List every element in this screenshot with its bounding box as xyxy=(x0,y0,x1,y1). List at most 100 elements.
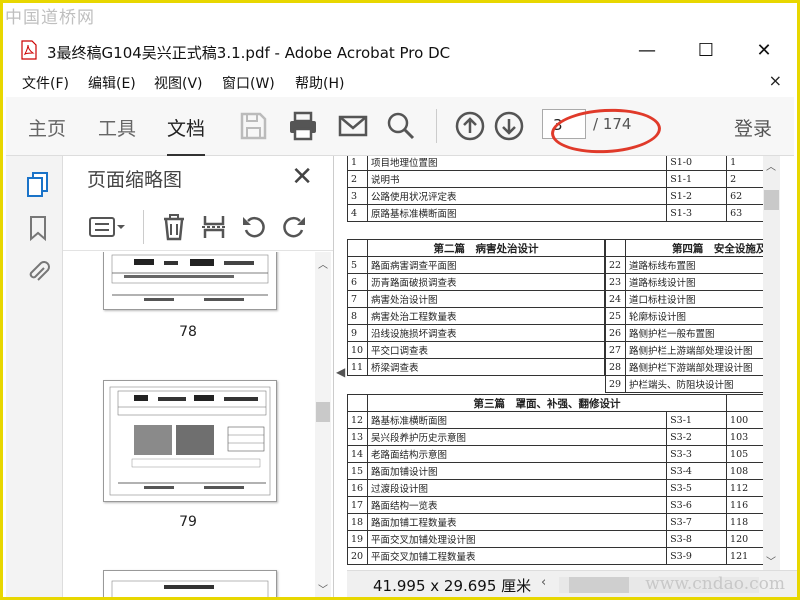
row-title: 老路面结构示意图 xyxy=(366,445,668,463)
row-title: 公路使用状况评定表 xyxy=(366,187,668,205)
scroll-up-arrow[interactable]: ︿ xyxy=(318,256,328,271)
toolbar-divider xyxy=(436,109,437,143)
pdf-file-icon xyxy=(21,40,37,60)
row-title: 吴兴段养护历史示意图 xyxy=(366,428,668,446)
rotate-left-icon[interactable] xyxy=(239,212,269,242)
menu-window[interactable]: 窗口(W) xyxy=(222,73,275,93)
table-row: 23 道路标线设计图 xyxy=(605,273,763,291)
row-code: S3-3 xyxy=(666,445,728,463)
page-thumbnail[interactable] xyxy=(103,380,277,502)
login-button[interactable]: 登录 xyxy=(734,114,772,141)
scroll-up-arrow[interactable]: ︿ xyxy=(766,158,776,173)
section-title: 第四篇 安全设施及其他 xyxy=(624,239,763,257)
row-page: 100 xyxy=(726,411,763,429)
extract-pages-icon[interactable] xyxy=(199,212,229,242)
row-code: S3-9 xyxy=(666,547,728,565)
scroll-down-arrow[interactable]: ﹀ xyxy=(318,581,328,596)
email-icon[interactable] xyxy=(336,109,370,143)
scroll-thumb[interactable] xyxy=(764,190,779,210)
table-row: 7 病害处治设计图 xyxy=(347,290,606,308)
maximize-button[interactable]: ☐ xyxy=(686,37,726,65)
row-page: 2 xyxy=(726,170,763,188)
menu-edit[interactable]: 编辑(E) xyxy=(88,73,136,93)
minimize-button[interactable]: — xyxy=(627,37,667,65)
row-code: S3-7 xyxy=(666,513,728,531)
bookmark-icon[interactable] xyxy=(24,214,52,242)
collapse-panel-arrow[interactable]: ◀ xyxy=(336,365,345,379)
table-row: 1 项目地理位置图 S1-0 1 xyxy=(347,156,763,171)
row-number: 22 xyxy=(605,256,626,274)
thumbnail-drawing xyxy=(111,580,269,597)
attachment-icon[interactable] xyxy=(24,258,52,286)
row-title: 路面加铺设计图 xyxy=(366,462,668,480)
page-thumbnail[interactable] xyxy=(103,570,277,597)
row-page: 120 xyxy=(726,530,763,548)
next-page-icon[interactable] xyxy=(492,109,526,143)
menu-view[interactable]: 视图(V) xyxy=(154,73,203,93)
thumbnail-scrollbar[interactable]: ︿ ﹀ xyxy=(315,252,331,597)
delete-icon[interactable] xyxy=(159,212,189,242)
page-thumbnail[interactable] xyxy=(103,252,277,310)
section-header: 第二篇 病害处治设计 xyxy=(347,239,606,257)
print-icon[interactable] xyxy=(286,109,320,143)
close-document-button[interactable]: × xyxy=(769,71,782,90)
row-page: 63 xyxy=(726,204,763,222)
toc-table-section3: 第三篇 罩面、补强、翻修设计 12 路基标准横断面图 S3-1 100 13 吴兴段养护… xyxy=(347,394,763,565)
row-number: 3 xyxy=(347,187,368,205)
rotate-right-icon[interactable] xyxy=(279,212,309,242)
row-number: 18 xyxy=(347,513,368,531)
previous-page-icon[interactable] xyxy=(453,109,487,143)
table-row: 29 护栏端头、防阻块设计图 xyxy=(605,375,763,393)
row-page: 112 xyxy=(726,479,763,497)
screenshot-frame: 中国道桥网 3最终稿G104吴兴正式稿3.1.pdf - Adobe Acrob… xyxy=(0,0,800,600)
search-icon[interactable] xyxy=(384,109,418,143)
menu-file[interactable]: 文件(F) xyxy=(22,73,69,93)
row-title: 路面结构一览表 xyxy=(366,496,668,514)
table-row: 27 路侧护栏上游端部处理设计图 xyxy=(605,341,763,359)
row-code: S3-5 xyxy=(666,479,728,497)
row-title: 护栏端头、防阻块设计图 xyxy=(624,375,763,393)
row-number: 6 xyxy=(347,273,368,291)
options-menu-icon[interactable] xyxy=(87,212,127,242)
row-title: 道路标线设计图 xyxy=(624,273,763,291)
row-title: 病害处治设计图 xyxy=(366,290,606,308)
table-row: 17 路面结构一览表 S3-6 116 xyxy=(347,496,763,514)
page-thumbnails-icon[interactable] xyxy=(24,170,52,198)
row-number: 8 xyxy=(347,307,368,325)
row-title: 沿线设施损坏调查表 xyxy=(366,324,606,342)
scroll-thumb[interactable] xyxy=(569,577,629,593)
section-title: 第二篇 病害处治设计 xyxy=(366,239,606,257)
row-title: 桥梁调查表 xyxy=(366,358,606,376)
section-header: 第三篇 罩面、补强、翻修设计 xyxy=(347,394,763,412)
table-row: 9 沿线设施损坏调查表 xyxy=(347,324,606,342)
thumbnail-panel-title: 页面缩略图 xyxy=(87,169,183,191)
table-row: 22 道路标线布置图 xyxy=(605,256,763,274)
table-row: 16 过渡段设计图 S3-5 112 xyxy=(347,479,763,497)
document-scrollbar[interactable]: ︿ ﹀ xyxy=(763,156,780,570)
row-title: 沥青路面破损调查表 xyxy=(366,273,606,291)
table-row: 5 路面病害调查平面图 xyxy=(347,256,606,274)
scroll-thumb[interactable] xyxy=(316,402,330,422)
row-number: 10 xyxy=(347,341,368,359)
table-row: 18 路面加铺工程数量表 S3-7 118 xyxy=(347,513,763,531)
save-icon[interactable] xyxy=(236,109,270,143)
row-page: 121 xyxy=(726,547,763,565)
tab-tools[interactable]: 工具 xyxy=(98,114,136,141)
toc-table-section4: 第四篇 安全设施及其他 22道路标线布置图 23道路标线设计图 24道口标柱设计… xyxy=(605,239,763,393)
close-window-button[interactable]: ✕ xyxy=(744,37,784,65)
menu-help[interactable]: 帮助(H) xyxy=(295,73,344,93)
table-row: 12 路基标准横断面图 S3-1 100 xyxy=(347,411,763,429)
row-title: 项目地理位置图 xyxy=(366,156,668,171)
table-row: 14 老路面结构示意图 S3-3 105 xyxy=(347,445,763,463)
thumbnail-toolbar xyxy=(63,202,333,251)
scroll-left-arrow[interactable]: ‹ xyxy=(541,575,546,590)
row-number: 2 xyxy=(347,170,368,188)
tab-home[interactable]: 主页 xyxy=(28,114,66,141)
toc-table-section2: 第二篇 病害处治设计 5 路面病害调查平面图 6 沥青路面破损调查表 7 病害处治设计… xyxy=(347,239,606,376)
row-title: 路基标准横断面图 xyxy=(366,411,668,429)
row-number: 7 xyxy=(347,290,368,308)
close-panel-button[interactable]: ✕ xyxy=(291,162,313,192)
tab-document[interactable]: 文档 xyxy=(167,114,206,157)
table-row: 26 路侧护栏一般布置图 xyxy=(605,324,763,342)
scroll-down-arrow[interactable]: ﹀ xyxy=(766,553,776,568)
